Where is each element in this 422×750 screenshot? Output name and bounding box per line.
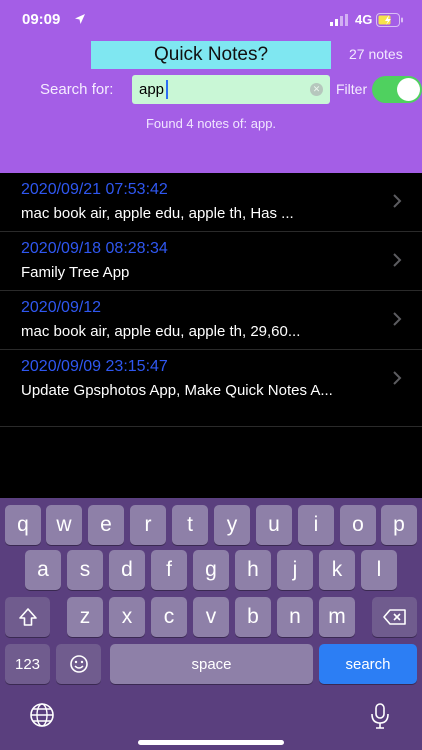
emoji-key[interactable] (56, 644, 101, 684)
key-n[interactable]: n (277, 597, 313, 637)
key-x[interactable]: x (109, 597, 145, 637)
battery-charging-icon (376, 13, 403, 27)
key-q[interactable]: q (5, 505, 41, 545)
key-o[interactable]: o (340, 505, 376, 545)
backspace-icon (382, 609, 406, 625)
note-text: mac book air, apple edu, apple th, 29,60… (21, 323, 301, 340)
shift-key[interactable] (5, 597, 50, 637)
text-caret (166, 80, 168, 99)
microphone-icon[interactable] (369, 702, 391, 730)
clear-icon[interactable]: ✕ (310, 83, 323, 96)
found-summary: Found 4 notes of: app. (145, 116, 277, 131)
globe-icon[interactable] (29, 702, 55, 728)
header: 09:09 4G Quick Notes? 27 notes Search fo… (0, 0, 422, 173)
location-arrow-icon (75, 14, 85, 24)
note-date: 2020/09/21 07:53:42 (21, 181, 168, 198)
note-date: 2020/09/09 23:15:47 (21, 358, 168, 375)
note-text: mac book air, apple edu, apple th, Has .… (21, 205, 294, 222)
key-e[interactable]: e (88, 505, 124, 545)
key-c[interactable]: c (151, 597, 187, 637)
key-z[interactable]: z (67, 597, 103, 637)
search-input[interactable] (139, 79, 299, 100)
key-j[interactable]: j (277, 550, 313, 590)
list-item[interactable]: 2020/09/09 23:15:47 Update Gpsphotos App… (0, 350, 422, 427)
key-v[interactable]: v (193, 597, 229, 637)
filter-label: Filter (336, 81, 368, 97)
key-a[interactable]: a (25, 550, 61, 590)
key-g[interactable]: g (193, 550, 229, 590)
list-item[interactable]: 2020/09/21 07:53:42 mac book air, apple … (0, 173, 422, 232)
key-h[interactable]: h (235, 550, 271, 590)
key-r[interactable]: r (130, 505, 166, 545)
keyboard: q w e r t y u i o p a s d f g h j k l z … (0, 498, 422, 750)
key-b[interactable]: b (235, 597, 271, 637)
key-l[interactable]: l (361, 550, 397, 590)
search-label: Search for: (40, 81, 114, 98)
key-m[interactable]: m (319, 597, 355, 637)
status-bar: 09:09 4G (0, 0, 422, 40)
shift-icon (18, 608, 37, 626)
chevron-right-icon (393, 253, 402, 267)
key-k[interactable]: k (319, 550, 355, 590)
key-i[interactable]: i (298, 505, 334, 545)
emoji-icon (69, 655, 88, 673)
filter-toggle[interactable] (372, 76, 422, 103)
key-t[interactable]: t (172, 505, 208, 545)
network-type: 4G (355, 12, 373, 27)
search-field[interactable]: ✕ (132, 75, 330, 104)
numbers-key[interactable]: 123 (5, 644, 50, 684)
note-date: 2020/09/18 08:28:34 (21, 240, 168, 257)
key-s[interactable]: s (67, 550, 103, 590)
key-p[interactable]: p (381, 505, 417, 545)
signal-icon (330, 14, 348, 26)
chevron-right-icon (393, 312, 402, 326)
home-indicator (138, 740, 284, 745)
app-title: Quick Notes? (91, 41, 331, 69)
key-u[interactable]: u (256, 505, 292, 545)
list-item[interactable]: 2020/09/12 mac book air, apple edu, appl… (0, 291, 422, 350)
notes-list: 2020/09/21 07:53:42 mac book air, apple … (0, 173, 422, 427)
search-key[interactable]: search (319, 644, 417, 684)
key-w[interactable]: w (46, 505, 82, 545)
status-time: 09:09 (22, 11, 61, 28)
backspace-key[interactable] (372, 597, 417, 637)
key-y[interactable]: y (214, 505, 250, 545)
chevron-right-icon (393, 371, 402, 385)
note-text: Update Gpsphotos App, Make Quick Notes A… (21, 382, 333, 399)
key-f[interactable]: f (151, 550, 187, 590)
key-d[interactable]: d (109, 550, 145, 590)
chevron-right-icon (393, 194, 402, 208)
note-text: Family Tree App (21, 264, 130, 281)
toggle-knob (397, 78, 420, 101)
list-item[interactable]: 2020/09/18 08:28:34 Family Tree App (0, 232, 422, 291)
space-key[interactable]: space (110, 644, 313, 684)
notes-count: 27 notes (349, 46, 403, 62)
note-date: 2020/09/12 (21, 299, 102, 316)
